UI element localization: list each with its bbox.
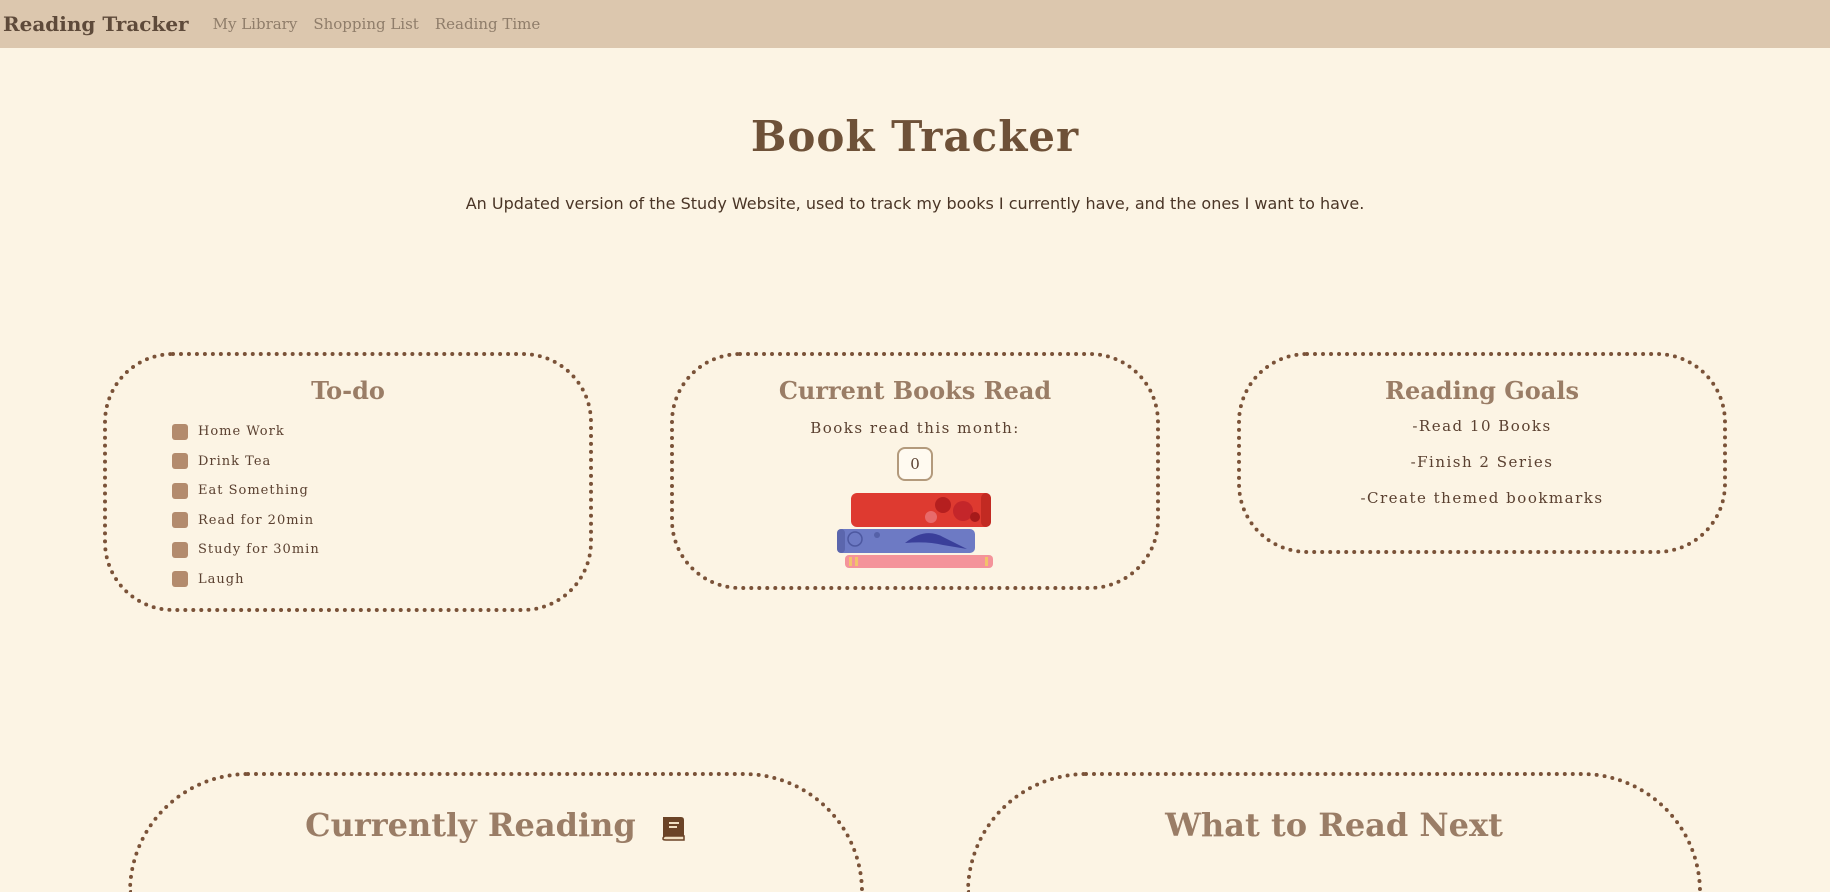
brand-link[interactable]: Reading Tracker	[3, 12, 189, 36]
goal-item: -Finish 2 Series	[1410, 453, 1554, 471]
books-read-card: Current Books Read Books read this month…	[670, 352, 1160, 590]
todo-checkbox[interactable]	[172, 512, 188, 529]
todo-label: Study for 30min	[198, 542, 320, 558]
read-next-card: What to Read Next	[966, 772, 1702, 892]
goal-item: -Create themed bookmarks	[1360, 489, 1604, 507]
todo-checkbox[interactable]	[172, 423, 188, 440]
todo-item: Laugh	[172, 565, 589, 595]
nav-link-shopping-list[interactable]: Shopping List	[313, 15, 418, 33]
page-subtitle: An Updated version of the Study Website,…	[465, 194, 1365, 213]
todo-label: Drink Tea	[198, 453, 272, 469]
todo-label: Read for 20min	[198, 512, 315, 528]
read-next-title: What to Read Next	[1165, 806, 1503, 844]
currently-reading-heading: Currently Reading	[132, 806, 860, 844]
books-read-title: Current Books Read	[778, 376, 1052, 405]
todo-item: Eat Something	[172, 476, 589, 506]
currently-reading-card: Currently Reading	[128, 772, 864, 892]
todo-item: Home Work	[172, 417, 589, 447]
todo-title: To-do	[311, 376, 385, 405]
todo-item: Drink Tea	[172, 447, 589, 477]
todo-checkbox[interactable]	[172, 482, 188, 499]
todo-label: Eat Something	[198, 483, 309, 499]
todo-card: To-do Home Work Drink Tea Eat Something …	[103, 352, 593, 612]
todo-checkbox[interactable]	[172, 571, 188, 588]
todo-label: Home Work	[198, 424, 285, 440]
navbar: Reading Tracker My Library Shopping List…	[0, 0, 1830, 48]
books-read-counter[interactable]: 0	[897, 447, 933, 481]
reading-goals-title: Reading Goals	[1385, 376, 1579, 405]
books-read-label: Books read this month:	[810, 419, 1020, 437]
nav-link-my-library[interactable]: My Library	[213, 15, 298, 33]
todo-item: Study for 30min	[172, 535, 589, 565]
nav-link-reading-time[interactable]: Reading Time	[435, 15, 540, 33]
todo-item: Read for 20min	[172, 506, 589, 536]
todo-checkbox[interactable]	[172, 453, 188, 470]
goal-item: -Read 10 Books	[1412, 417, 1552, 435]
page-title: Book Tracker	[750, 112, 1080, 161]
book-stack-icon	[837, 493, 993, 568]
reading-goals-card: Reading Goals -Read 10 Books -Finish 2 S…	[1237, 352, 1727, 554]
todo-list: Home Work Drink Tea Eat Something Read f…	[172, 417, 589, 594]
todo-label: Laugh	[198, 571, 245, 587]
book-icon	[662, 816, 685, 841]
currently-reading-title: Currently Reading	[305, 806, 636, 844]
todo-checkbox[interactable]	[172, 541, 188, 558]
